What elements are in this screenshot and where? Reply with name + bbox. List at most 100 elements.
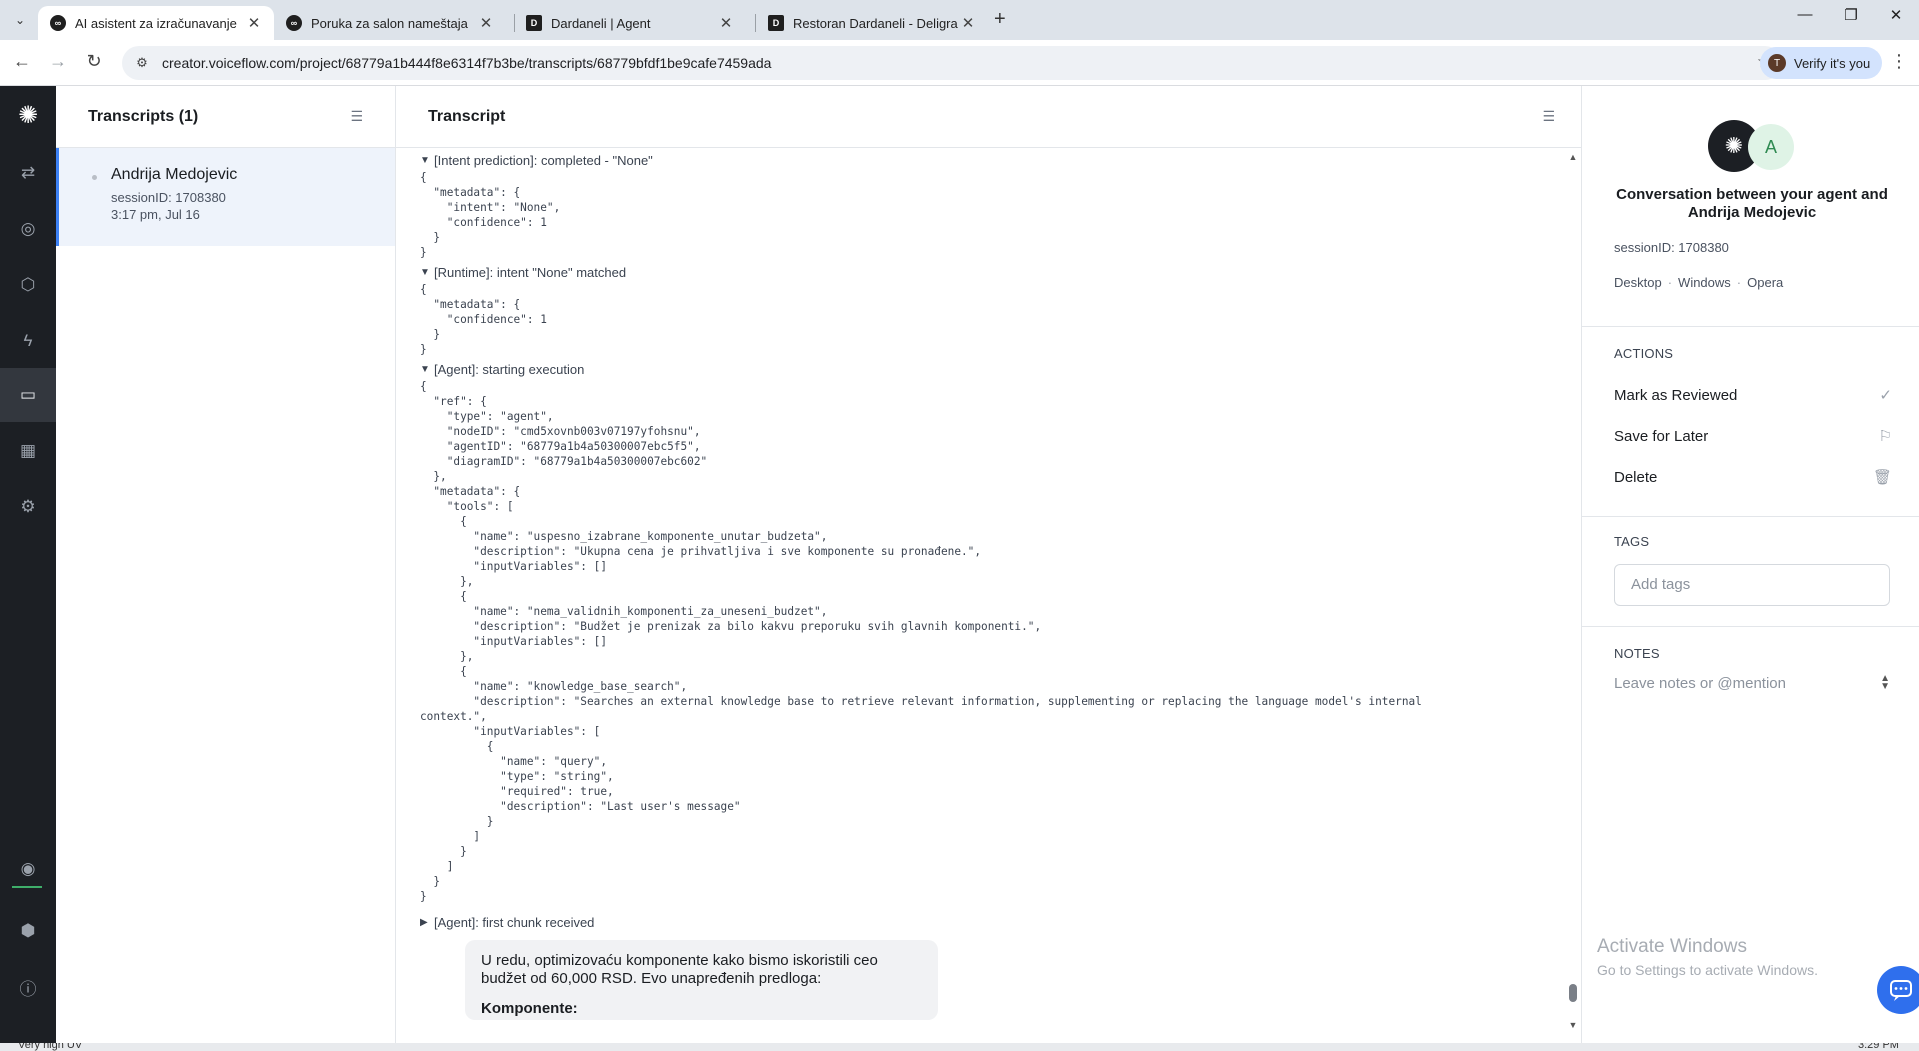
- scroll-thumb[interactable]: [1569, 984, 1577, 1002]
- transcripts-title: Transcripts (1): [88, 107, 199, 125]
- action-label: Save for Later: [1614, 427, 1709, 445]
- log-json: { "ref": { "type": "agent", "nodeID": "c…: [420, 380, 1422, 903]
- browser-tab[interactable]: D Dardaneli | Agent ✕: [514, 6, 746, 40]
- log-section-header[interactable]: ▶ [Agent]: first chunk received: [420, 914, 1560, 932]
- transcript-log[interactable]: ▼ [Intent prediction]: completed - "None…: [420, 152, 1560, 1043]
- windows-taskbar: Very high UV 3:29 PM: [0, 1043, 1919, 1051]
- expand-triangle-icon[interactable]: ▶: [420, 914, 434, 932]
- weather-widget[interactable]: Very high UV: [18, 1043, 82, 1051]
- actions-label: ACTIONS: [1614, 346, 1674, 361]
- close-tab-icon[interactable]: ✕: [960, 14, 976, 32]
- minimize-icon[interactable]: —: [1782, 6, 1828, 23]
- chat-widget-button[interactable]: [1877, 966, 1919, 1014]
- watermark-title: Activate Windows: [1597, 936, 1747, 957]
- delete-button[interactable]: Delete 🗑: [1614, 468, 1892, 487]
- scroll-up-icon[interactable]: ▲: [1567, 152, 1579, 162]
- device-browser: Opera: [1747, 275, 1784, 290]
- check-circle-icon: ✓: [1879, 387, 1892, 404]
- notes-input[interactable]: Leave notes or @mention ▲ ▼: [1614, 674, 1890, 693]
- rail-divider: [12, 886, 42, 888]
- browser-menu-icon[interactable]: ⋮: [1890, 51, 1908, 72]
- tags-input[interactable]: Add tags: [1614, 564, 1890, 606]
- transcript-session: sessionID: 1708380: [111, 190, 226, 205]
- watermark-subtitle: Go to Settings to activate Windows.: [1597, 962, 1818, 978]
- scroll-down-icon[interactable]: ▼: [1567, 1020, 1579, 1030]
- transcripts-icon[interactable]: ▭: [0, 368, 56, 422]
- analytics-icon[interactable]: ▦: [0, 424, 56, 478]
- dardaneli-favicon-icon: D: [768, 15, 784, 31]
- log-json: { "metadata": { "confidence": 1 } }: [420, 283, 547, 356]
- close-tab-icon[interactable]: ✕: [246, 14, 262, 32]
- device-info: Desktop · Windows · Opera: [1614, 275, 1783, 290]
- log-section-header[interactable]: ▼ [Runtime]: intent "None" matched: [420, 264, 1560, 282]
- divider: [1582, 626, 1919, 627]
- log-section-header[interactable]: ▼ [Intent prediction]: completed - "None…: [420, 152, 1560, 170]
- collapse-triangle-icon[interactable]: ▼: [420, 264, 434, 282]
- voiceflow-logo-icon[interactable]: ✺: [12, 100, 44, 132]
- mark-reviewed-button[interactable]: Mark as Reviewed ✓: [1614, 386, 1892, 405]
- save-for-later-button[interactable]: Save for Later ⚐: [1614, 427, 1892, 446]
- unread-dot: [92, 175, 97, 180]
- close-tab-icon[interactable]: ✕: [718, 14, 734, 32]
- address-bar[interactable]: ⚙ creator.voiceflow.com/project/68779a1b…: [122, 46, 1782, 80]
- divider: [1582, 516, 1919, 517]
- voiceflow-app: ✺ ⇄ ◎ ⬡ ϟ ▭ ▦ ⚙ ◉ ⬢ ⓘ Transcripts (1) ☰ …: [0, 86, 1919, 1043]
- resize-arrows-icon[interactable]: ▲ ▼: [1880, 674, 1890, 692]
- profile-avatar: T: [1768, 54, 1786, 72]
- tags-label: TAGS: [1614, 534, 1650, 549]
- session-id: sessionID: 1708380: [1614, 240, 1729, 255]
- collapse-triangle-icon[interactable]: ▼: [420, 361, 434, 379]
- device-type: Desktop: [1614, 275, 1662, 290]
- tab-label: AI asistent za izračunavanje ko: [75, 15, 240, 31]
- nav-rail: ✺ ⇄ ◎ ⬡ ϟ ▭ ▦ ⚙ ◉ ⬢ ⓘ: [0, 86, 56, 1043]
- transcript-panel: Transcript ☰ ▼ [Intent prediction]: comp…: [396, 86, 1581, 1043]
- collapse-triangle-icon[interactable]: ▼: [420, 152, 434, 170]
- transcript-list-item[interactable]: Andrija Medojevic sessionID: 1708380 3:1…: [56, 148, 395, 246]
- voiceflow-favicon-icon: ∞: [286, 15, 302, 31]
- taskbar-clock[interactable]: 3:29 PM: [1858, 1043, 1899, 1051]
- settings-icon[interactable]: ⚙: [0, 480, 56, 534]
- site-info-icon[interactable]: ⚙: [134, 55, 150, 71]
- tab-search-icon[interactable]: ⌄: [8, 8, 32, 32]
- browser-tab[interactable]: ∞ Poruka za salon nameštaja ✕: [274, 6, 506, 40]
- restore-icon[interactable]: ❐: [1828, 6, 1874, 24]
- dot-separator: ·: [1667, 275, 1673, 290]
- back-icon[interactable]: ←: [10, 51, 34, 72]
- transcript-scrollbar[interactable]: ▲ ▼: [1567, 152, 1579, 1032]
- new-tab-icon[interactable]: +: [994, 8, 1006, 31]
- close-window-icon[interactable]: ✕: [1873, 6, 1919, 24]
- activate-windows-watermark: Activate Windows Go to Settings to activ…: [1597, 936, 1818, 978]
- voiceflow-favicon-icon: ∞: [50, 15, 66, 31]
- log-section-header[interactable]: ▼ [Agent]: starting execution: [420, 361, 1560, 379]
- agent-message-heading: Komponente:: [481, 1000, 578, 1017]
- transcripts-header: Transcripts (1) ☰: [56, 86, 395, 148]
- knowledge-icon[interactable]: ◎: [0, 202, 56, 256]
- participant-avatars: ✺ A: [1708, 120, 1798, 172]
- integrations-icon[interactable]: ⬡: [0, 258, 56, 312]
- log-section-title: [Agent]: starting execution: [434, 362, 585, 377]
- chat-bubble-icon: [1890, 980, 1912, 1001]
- bookmark-icon: ⚐: [1878, 428, 1892, 445]
- action-label: Mark as Reviewed: [1614, 386, 1738, 404]
- verify-button[interactable]: T Verify it's you: [1760, 47, 1883, 79]
- workflows-icon[interactable]: ⇄: [0, 146, 56, 200]
- help-icon[interactable]: ⓘ: [0, 960, 56, 1014]
- url-text: creator.voiceflow.com/project/68779a1b44…: [162, 55, 772, 71]
- divider: [1582, 326, 1919, 327]
- filter-icon[interactable]: ☰: [350, 108, 363, 125]
- user-avatar: A: [1748, 124, 1794, 170]
- browser-tab[interactable]: D Restoran Dardaneli - Deligradsk ✕: [756, 6, 988, 40]
- browser-tab[interactable]: ∞ AI asistent za izračunavanje ko ✕: [38, 6, 274, 40]
- log-section-title: [Intent prediction]: completed - "None": [434, 153, 653, 168]
- forward-icon[interactable]: →: [46, 51, 70, 72]
- actions-icon[interactable]: ϟ: [0, 314, 56, 368]
- action-label: Delete: [1614, 468, 1658, 486]
- close-tab-icon[interactable]: ✕: [478, 14, 494, 32]
- dot-separator: ·: [1736, 275, 1742, 290]
- transcript-filter-icon[interactable]: ☰: [1542, 108, 1555, 125]
- conversation-title: Conversation between your agent and Andr…: [1616, 186, 1888, 221]
- reload-icon[interactable]: ↻: [82, 51, 106, 72]
- cube-icon[interactable]: ⬢: [0, 904, 56, 958]
- browser-toolbar: ← → ↻ ⚙ creator.voiceflow.com/project/68…: [0, 40, 1919, 86]
- agent-message-text: U redu, optimizovaću komponente kako bis…: [481, 952, 878, 987]
